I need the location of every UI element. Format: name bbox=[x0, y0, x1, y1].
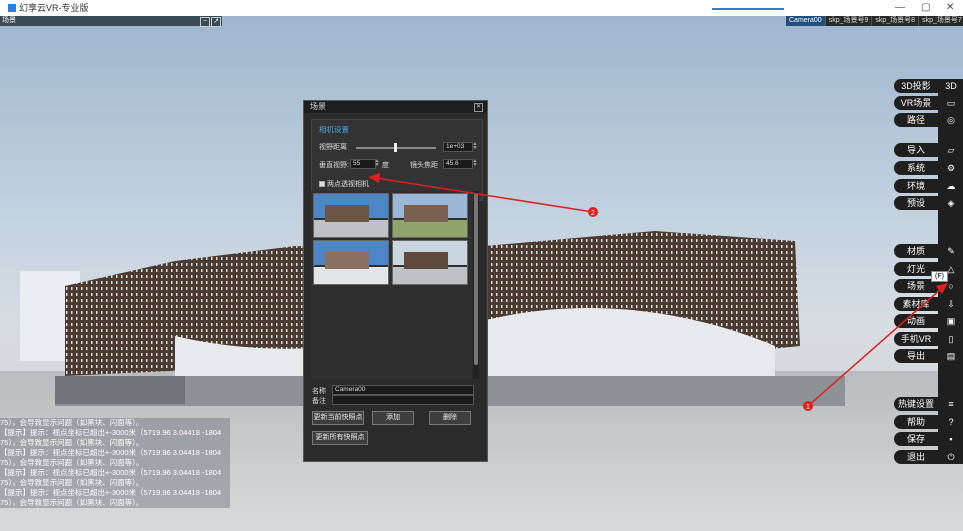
annotation-arrow-1 bbox=[807, 288, 942, 407]
annotation-label: 1 bbox=[806, 404, 810, 411]
arrowhead-icon bbox=[368, 173, 380, 183]
annotation-overlay: 2 1 bbox=[368, 173, 948, 411]
annotation-label: 2 bbox=[591, 210, 595, 217]
annotation-arrow-2 bbox=[375, 177, 594, 213]
